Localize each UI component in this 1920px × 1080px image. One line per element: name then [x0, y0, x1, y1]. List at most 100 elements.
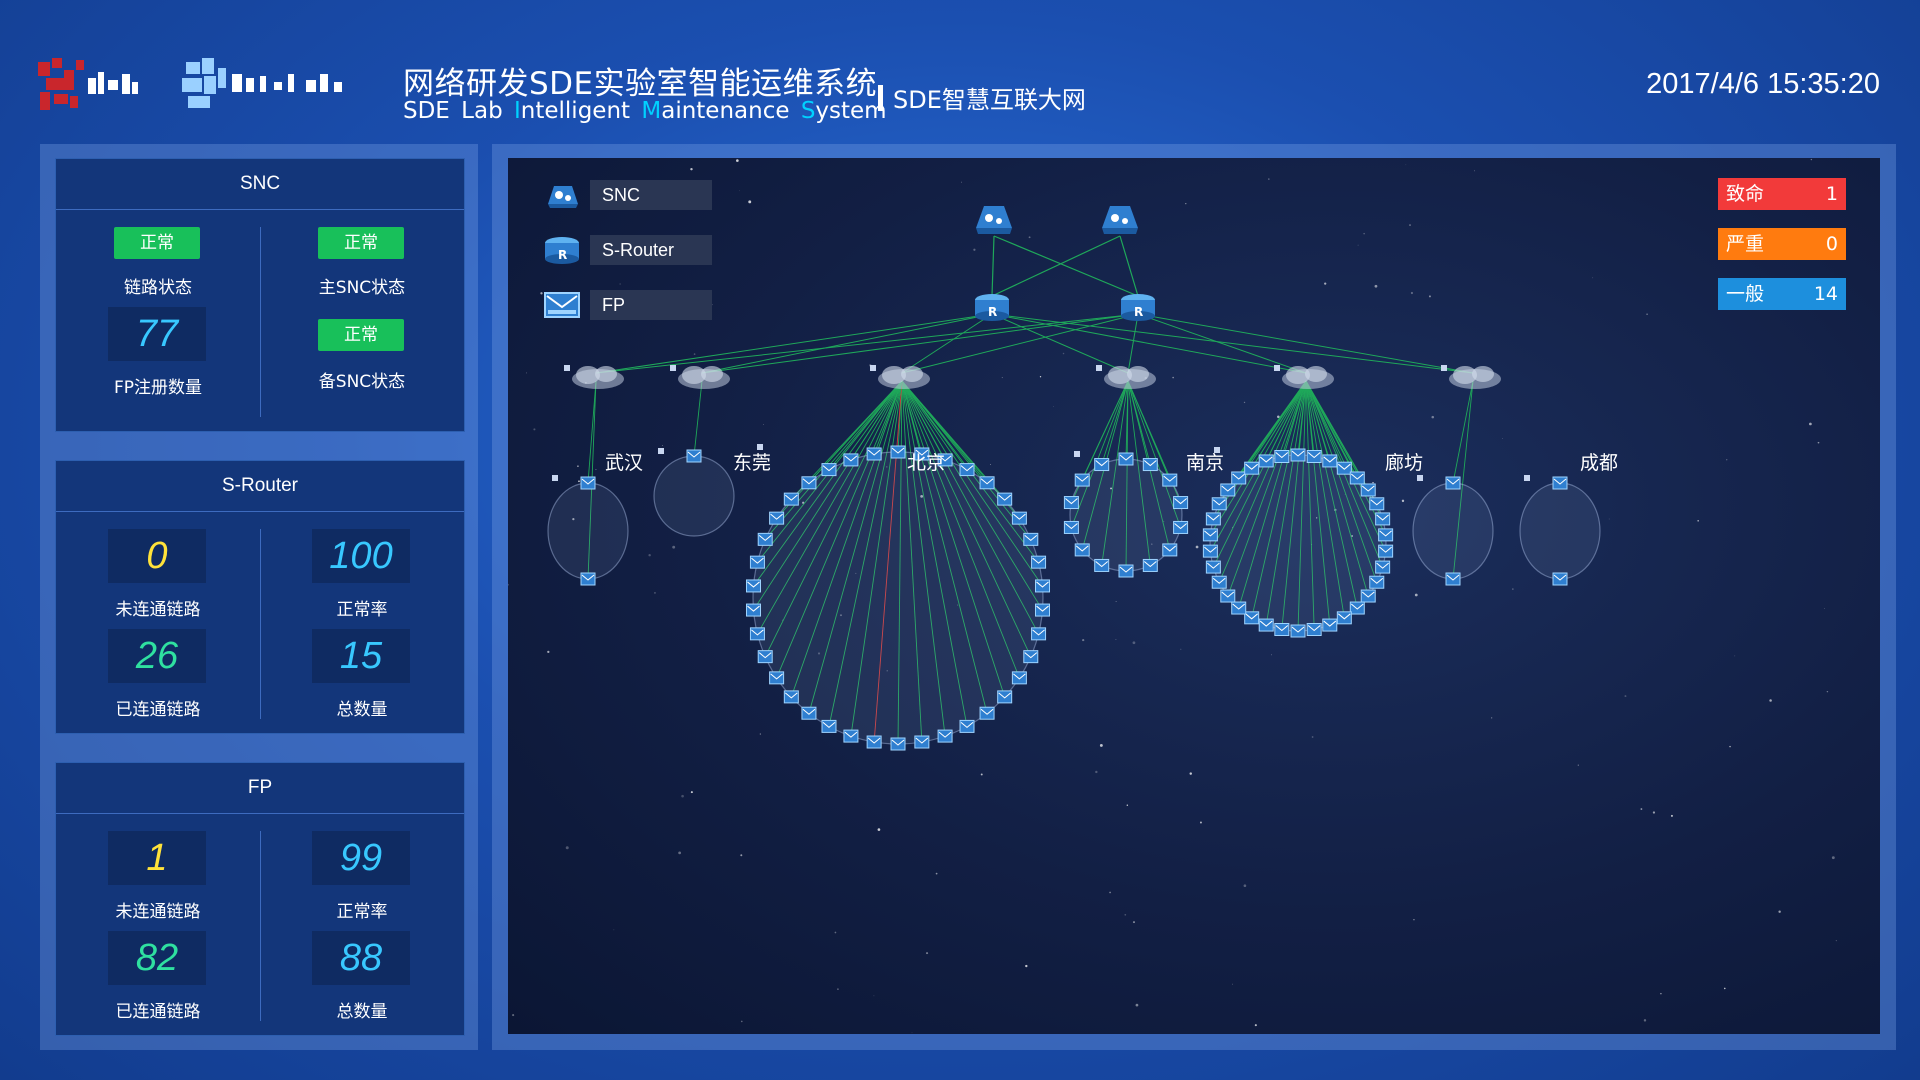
- city-label-beijing[interactable]: 北京: [886, 448, 966, 475]
- fp-node-icon[interactable]: [745, 603, 761, 617]
- fp-node-icon[interactable]: [843, 453, 859, 467]
- fp-cluster[interactable]: [1519, 482, 1601, 580]
- fp-node-icon[interactable]: [1375, 512, 1391, 526]
- fp-node-icon[interactable]: [1322, 618, 1338, 632]
- fp-node-icon[interactable]: [821, 719, 837, 733]
- fp-node-icon[interactable]: [1369, 497, 1385, 511]
- fp-cluster[interactable]: [547, 482, 629, 580]
- fp-node-icon[interactable]: [1162, 473, 1178, 487]
- fp-node-icon[interactable]: [1031, 627, 1047, 641]
- fp-node-icon[interactable]: [745, 579, 761, 593]
- fp-node-icon[interactable]: [686, 449, 702, 463]
- fp-node-icon[interactable]: [1244, 611, 1260, 625]
- topology-canvas[interactable]: RR: [508, 158, 1880, 1034]
- fp-node-icon[interactable]: [866, 735, 882, 749]
- router-node-icon[interactable]: R: [975, 294, 1009, 321]
- topology-map[interactable]: RR SNC R S-Router FP 致命 1 严重 0 一般 14 武汉 …: [508, 158, 1880, 1034]
- fp-node-icon[interactable]: [1035, 603, 1051, 617]
- fp-node-icon[interactable]: [580, 476, 596, 490]
- fp-node-icon[interactable]: [1074, 473, 1090, 487]
- city-label-dongguan[interactable]: 东莞: [712, 448, 792, 475]
- alarm-general[interactable]: 一般 14: [1718, 278, 1846, 310]
- fp-node-icon[interactable]: [1258, 618, 1274, 632]
- fp-node-icon[interactable]: [1322, 454, 1338, 468]
- fp-node-icon[interactable]: [1360, 483, 1376, 497]
- fp-node-icon[interactable]: [1063, 496, 1079, 510]
- fp-node-icon[interactable]: [1552, 572, 1568, 586]
- fp-node-icon[interactable]: [1011, 671, 1027, 685]
- fp-cluster[interactable]: [1412, 482, 1494, 580]
- fp-node-icon[interactable]: [1035, 579, 1051, 593]
- fp-node-icon[interactable]: [783, 492, 799, 506]
- fp-node-icon[interactable]: [1231, 601, 1247, 615]
- fp-node-icon[interactable]: [580, 572, 596, 586]
- fp-node-icon[interactable]: [1336, 461, 1352, 475]
- fp-node-icon[interactable]: [1094, 458, 1110, 472]
- city-label-langfang[interactable]: 廊坊: [1364, 448, 1444, 475]
- fp-node-icon[interactable]: [1031, 555, 1047, 569]
- fp-node-icon[interactable]: [1369, 575, 1385, 589]
- fp-node-icon[interactable]: [959, 719, 975, 733]
- city-label-wuhan[interactable]: 武汉: [584, 448, 664, 475]
- fp-node-icon[interactable]: [1552, 476, 1568, 490]
- cluster-collapse-icon[interactable]: [1524, 475, 1530, 481]
- fp-node-icon[interactable]: [997, 690, 1013, 704]
- fp-node-icon[interactable]: [1211, 497, 1227, 511]
- fp-node-icon[interactable]: [1162, 543, 1178, 557]
- fp-node-icon[interactable]: [1378, 544, 1394, 558]
- fp-node-icon[interactable]: [1274, 623, 1290, 637]
- fp-node-icon[interactable]: [1290, 624, 1306, 638]
- fp-node-icon[interactable]: [1118, 452, 1134, 466]
- fp-node-icon[interactable]: [1336, 611, 1352, 625]
- cluster-collapse-icon[interactable]: [1417, 475, 1423, 481]
- fp-node-icon[interactable]: [1375, 560, 1391, 574]
- fp-node-icon[interactable]: [1011, 511, 1027, 525]
- city-cloud-icon[interactable]: [564, 365, 624, 389]
- city-label-nanjing[interactable]: 南京: [1165, 448, 1245, 475]
- fp-node-icon[interactable]: [937, 729, 953, 743]
- fp-node-icon[interactable]: [1306, 449, 1322, 463]
- fp-node-icon[interactable]: [1274, 449, 1290, 463]
- fp-node-icon[interactable]: [1445, 572, 1461, 586]
- snc-node-icon[interactable]: [1102, 206, 1138, 234]
- fp-node-icon[interactable]: [1074, 543, 1090, 557]
- fp-node-icon[interactable]: [1202, 528, 1218, 542]
- city-cloud-icon[interactable]: [670, 365, 730, 389]
- fp-node-icon[interactable]: [1211, 575, 1227, 589]
- fp-node-icon[interactable]: [821, 463, 837, 477]
- fp-node-icon[interactable]: [1306, 623, 1322, 637]
- cluster-collapse-icon[interactable]: [1074, 451, 1080, 457]
- fp-node-icon[interactable]: [1220, 589, 1236, 603]
- fp-node-icon[interactable]: [1349, 601, 1365, 615]
- fp-node-icon[interactable]: [783, 690, 799, 704]
- fp-node-icon[interactable]: [997, 492, 1013, 506]
- fp-node-icon[interactable]: [890, 737, 906, 751]
- city-label-chengdu[interactable]: 成都: [1559, 448, 1639, 475]
- fp-node-icon[interactable]: [1142, 458, 1158, 472]
- fp-node-icon[interactable]: [843, 729, 859, 743]
- fp-node-icon[interactable]: [1205, 560, 1221, 574]
- snc-node-icon[interactable]: [976, 206, 1012, 234]
- fp-node-icon[interactable]: [1360, 589, 1376, 603]
- fp-node-icon[interactable]: [914, 735, 930, 749]
- fp-node-icon[interactable]: [1244, 461, 1260, 475]
- fp-node-icon[interactable]: [801, 476, 817, 490]
- fp-node-icon[interactable]: [1094, 558, 1110, 572]
- fp-node-icon[interactable]: [866, 447, 882, 461]
- fp-node-icon[interactable]: [1349, 471, 1365, 485]
- city-cloud-icon[interactable]: [1096, 365, 1156, 389]
- fp-node-icon[interactable]: [1445, 476, 1461, 490]
- fp-node-icon[interactable]: [757, 532, 773, 546]
- fp-node-icon[interactable]: [1202, 544, 1218, 558]
- fp-node-icon[interactable]: [1023, 650, 1039, 664]
- fp-node-icon[interactable]: [769, 511, 785, 525]
- alarm-fatal[interactable]: 致命 1: [1718, 178, 1846, 210]
- fp-node-icon[interactable]: [1173, 520, 1189, 534]
- fp-node-icon[interactable]: [979, 706, 995, 720]
- fp-node-icon[interactable]: [1023, 532, 1039, 546]
- fp-node-icon[interactable]: [979, 476, 995, 490]
- alarm-severe[interactable]: 严重 0: [1718, 228, 1846, 260]
- fp-node-icon[interactable]: [1063, 520, 1079, 534]
- fp-node-icon[interactable]: [749, 627, 765, 641]
- router-node-icon[interactable]: R: [1121, 294, 1155, 321]
